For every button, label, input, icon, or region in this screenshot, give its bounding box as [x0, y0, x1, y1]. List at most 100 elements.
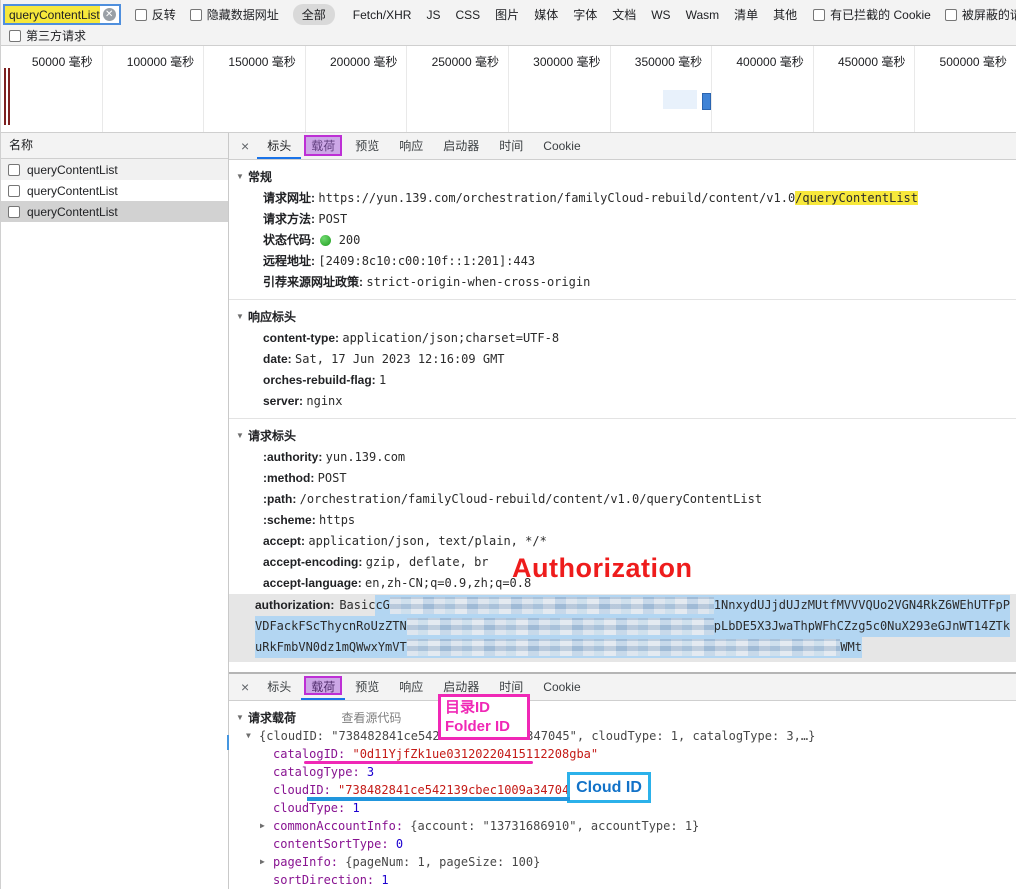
expanded-triangle-icon[interactable]: ▼ — [246, 727, 251, 745]
expanded-triangle-icon[interactable]: ▼ — [236, 306, 244, 328]
highlighted-url-segment: /queryContentList — [795, 191, 918, 205]
selected-token-segment: cG 1NnxydUJjdUJzMUtfMVVVQUo2VGN4RkZ6WEhU… — [375, 595, 1010, 616]
header-row-date: date: Sat, 17 Jun 2023 12:16:09 GMT — [229, 349, 1016, 370]
filter-media[interactable]: 媒体 — [534, 6, 558, 23]
request-headers-section: ▼ 请求标头 :authority: yun.139.com :method: … — [229, 419, 1016, 662]
tab-payload[interactable]: 载荷 — [301, 674, 345, 700]
blocked-requests-label: 被屏蔽的请求 — [962, 6, 1016, 23]
filter-input[interactable]: queryContentList ✕ — [3, 4, 121, 25]
request-list-panel: 名称 queryContentList queryContentList que… — [1, 133, 229, 889]
third-party-row: 第三方请求 — [1, 27, 1016, 46]
request-row[interactable]: queryContentList — [1, 180, 228, 201]
redacted-mosaic — [407, 618, 714, 635]
blocked-requests-checkbox[interactable]: 被屏蔽的请求 — [945, 6, 1016, 23]
timeline-tick: 250000 毫秒 — [407, 46, 509, 132]
request-row[interactable]: queryContentList — [1, 159, 228, 180]
request-name[interactable]: queryContentList — [27, 205, 118, 219]
tab-response[interactable]: 响应 — [389, 133, 433, 159]
invert-label: 反转 — [152, 6, 176, 23]
payload-row-pageinfo[interactable]: ▶ pageInfo: {pageNum: 1, pageSize: 100} — [229, 853, 1016, 871]
redacted-mosaic — [407, 639, 841, 656]
tab-preview[interactable]: 预览 — [345, 133, 389, 159]
filter-all-button[interactable]: 全部 — [293, 4, 335, 25]
tab-response[interactable]: 响应 — [389, 674, 433, 700]
filter-ws[interactable]: WS — [651, 8, 670, 22]
blocked-cookies-label: 有已拦截的 Cookie — [830, 6, 931, 23]
tab-headers[interactable]: 标头 — [257, 674, 301, 700]
header-row-request-method: 请求方法: POST — [229, 209, 1016, 230]
tab-headers[interactable]: 标头 — [257, 133, 301, 159]
folder-id-annotation-line1: 目录ID — [445, 698, 523, 717]
filter-manifest[interactable]: 清单 — [734, 6, 758, 23]
type-filter-list: Fetch/XHR JS CSS 图片 媒体 字体 文档 WS Wasm 清单 … — [353, 6, 797, 23]
tab-preview[interactable]: 预览 — [345, 674, 389, 700]
timeline-tick: 150000 毫秒 — [204, 46, 306, 132]
filter-other[interactable]: 其他 — [773, 6, 797, 23]
selected-token-segment: uRkFmbVN0dz1mQWwxYmVT WMt — [255, 637, 862, 658]
tab-cookie[interactable]: Cookie — [533, 674, 590, 700]
checkbox-icon[interactable] — [8, 185, 20, 197]
checkbox-icon[interactable] — [135, 9, 147, 21]
cloud-id-annotation-box: Cloud ID — [567, 772, 651, 803]
filter-fetch-xhr[interactable]: Fetch/XHR — [353, 8, 412, 22]
authorization-line-1: authorization: Basic cG 1NnxydUJjdUJzMUt… — [229, 595, 1016, 616]
tab-timing[interactable]: 时间 — [489, 133, 533, 159]
header-row-path: :path: /orchestration/familyCloud-rebuil… — [229, 489, 1016, 510]
invert-checkbox[interactable]: 反转 — [135, 6, 176, 23]
view-source-link[interactable]: 查看源代码 — [341, 711, 401, 725]
filter-doc[interactable]: 文档 — [612, 6, 636, 23]
payload-row-commonaccountinfo[interactable]: ▶ commonAccountInfo: {account: "13731686… — [229, 817, 1016, 835]
timeline-selection-ghost — [663, 90, 697, 109]
checkbox-icon[interactable] — [8, 164, 20, 176]
payload-title: 请求载荷 — [248, 711, 296, 725]
checkbox-icon[interactable] — [190, 9, 202, 21]
request-name[interactable]: queryContentList — [27, 184, 118, 198]
tab-payload[interactable]: 载荷 — [301, 133, 345, 159]
close-icon[interactable]: × — [237, 138, 257, 154]
request-name[interactable]: queryContentList — [27, 163, 118, 177]
collapsed-triangle-icon[interactable]: ▶ — [260, 817, 265, 835]
timeline-activity-bar — [8, 68, 10, 125]
checkbox-icon[interactable] — [945, 9, 957, 21]
filter-wasm[interactable]: Wasm — [686, 8, 720, 22]
general-section-title[interactable]: ▼ 常规 — [229, 166, 1016, 188]
filter-img[interactable]: 图片 — [495, 6, 519, 23]
redacted-mosaic — [390, 597, 714, 614]
payload-row-contentsorttype[interactable]: contentSortType: 0 — [229, 835, 1016, 853]
collapsed-triangle-icon[interactable]: ▶ — [260, 853, 265, 871]
payload-row-sortdirection[interactable]: sortDirection: 1 — [229, 871, 1016, 889]
tab-initiator[interactable]: 启动器 — [433, 133, 489, 159]
headers-tabbar: × 标头 载荷 预览 响应 启动器 时间 Cookie — [229, 133, 1016, 160]
checkbox-icon[interactable] — [8, 206, 20, 218]
third-party-checkbox[interactable]: 第三方请求 — [9, 27, 86, 44]
header-row-accept: accept: application/json, text/plain, */… — [229, 531, 1016, 552]
filter-font[interactable]: 字体 — [573, 6, 597, 23]
filter-row: queryContentList ✕ 反转 隐藏数据网址 全部 Fetch/XH… — [1, 0, 1016, 27]
checkbox-icon[interactable] — [813, 9, 825, 21]
expanded-triangle-icon[interactable]: ▼ — [236, 709, 244, 727]
clear-filter-icon[interactable]: ✕ — [103, 8, 116, 21]
authorization-header-block[interactable]: authorization: Basic cG 1NnxydUJjdUJzMUt… — [229, 594, 1016, 662]
timeline-tick: 300000 毫秒 — [509, 46, 611, 132]
network-overview-timeline[interactable]: 50000 毫秒 100000 毫秒 150000 毫秒 200000 毫秒 2… — [1, 46, 1016, 133]
response-headers-title[interactable]: ▼ 响应标头 — [229, 306, 1016, 328]
filter-js[interactable]: JS — [426, 8, 440, 22]
request-headers-title[interactable]: ▼ 请求标头 — [229, 425, 1016, 447]
name-column-header[interactable]: 名称 — [1, 133, 228, 159]
checkbox-icon[interactable] — [9, 30, 21, 42]
filter-input-value[interactable]: queryContentList — [5, 6, 100, 23]
response-headers-section: ▼ 响应标头 content-type: application/json;ch… — [229, 300, 1016, 419]
timeline-tick: 400000 毫秒 — [712, 46, 814, 132]
hide-data-urls-checkbox[interactable]: 隐藏数据网址 — [190, 6, 279, 23]
filter-css[interactable]: CSS — [455, 8, 480, 22]
close-icon[interactable]: × — [237, 679, 257, 695]
request-row-selected[interactable]: queryContentList — [1, 201, 228, 222]
tab-cookie[interactable]: Cookie — [533, 133, 590, 159]
header-row-request-url: 请求网址: https://yun.139.com/orchestration/… — [229, 188, 1016, 209]
timeline-tick: 200000 毫秒 — [306, 46, 408, 132]
blocked-cookies-checkbox[interactable]: 有已拦截的 Cookie — [813, 6, 931, 23]
expanded-triangle-icon[interactable]: ▼ — [236, 425, 244, 447]
main-split: 名称 queryContentList queryContentList que… — [1, 133, 1016, 889]
payload-root-row[interactable]: ▼ {cloudID: "738482841ce542139cbec1009a3… — [229, 727, 1016, 745]
expanded-triangle-icon[interactable]: ▼ — [236, 166, 244, 188]
